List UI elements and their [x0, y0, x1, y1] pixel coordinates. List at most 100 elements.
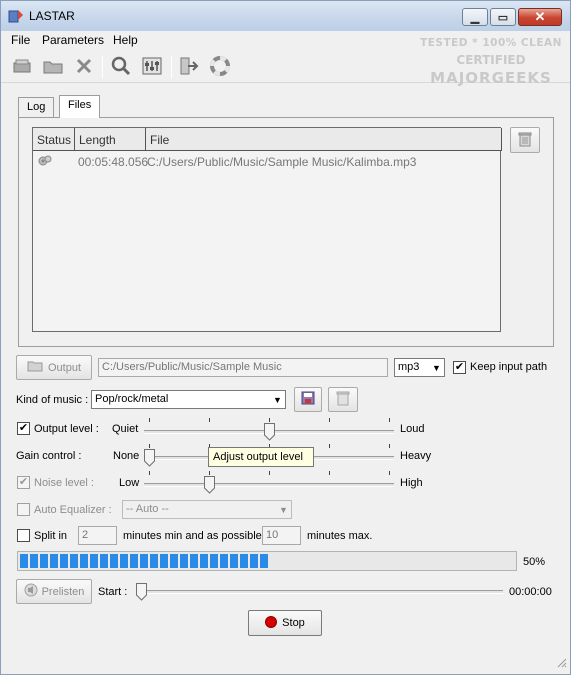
status-gear-icon	[37, 154, 53, 171]
file-list[interactable]: Status Length File 00:05:48.056 C:/Users…	[32, 127, 502, 332]
progress-bar	[17, 551, 517, 571]
minimize-icon: ▁	[470, 11, 480, 24]
magnifier-icon	[111, 56, 131, 79]
row-file: C:/Users/Public/Music/Sample Music/Kalim…	[147, 155, 417, 169]
save-icon	[301, 391, 315, 408]
prelisten-button-label: Prelisten	[41, 585, 85, 598]
auto-equalizer-label: Auto Equalizer :	[34, 504, 112, 516]
tab-log[interactable]: Log	[18, 97, 55, 117]
help-button[interactable]	[208, 55, 232, 79]
output-level-min-label: Quiet	[112, 423, 139, 435]
tooltip: Adjust output level	[208, 447, 314, 467]
progress-percent: 50%	[523, 556, 546, 568]
output-button-label: Output	[47, 361, 82, 374]
column-header-status[interactable]: Status	[33, 128, 75, 151]
slider-tick	[389, 418, 390, 422]
slider-thumb[interactable]	[144, 449, 155, 467]
split-max-field[interactable]: 10	[262, 526, 301, 545]
noise-level-track	[144, 483, 394, 487]
chevron-down-icon: ▼	[279, 504, 288, 515]
watermark-line3: MAJORGEEKS	[430, 69, 552, 87]
watermark-line1: TESTED * 100% CLEAN	[420, 37, 562, 49]
output-level-max-label: Loud	[400, 423, 425, 435]
tab-files[interactable]: Files	[59, 95, 101, 118]
minimize-button[interactable]: ▁	[462, 8, 488, 26]
exit-button[interactable]	[177, 55, 201, 79]
prelisten-track	[136, 590, 503, 594]
gain-control-min-label: None	[113, 450, 140, 462]
resize-grip-icon[interactable]	[555, 656, 567, 671]
split-max-label: minutes max.	[307, 530, 373, 542]
slider-thumb[interactable]	[263, 423, 275, 441]
slider-tick	[209, 418, 210, 422]
auto-equalizer-value: -- Auto --	[126, 503, 169, 515]
toolbar-separator	[171, 56, 172, 78]
output-path-field[interactable]: C:/Users/Public/Music/Sample Music	[98, 358, 388, 377]
output-button[interactable]: Output	[16, 355, 92, 380]
stop-button-label: Stop	[282, 617, 305, 629]
toolbar-separator	[102, 56, 103, 78]
stop-button[interactable]: Stop	[248, 610, 322, 636]
slider-tick	[149, 444, 150, 448]
watermark-line2: CERTIFIED	[456, 53, 526, 67]
drive-icon	[12, 58, 32, 77]
split-label: Split in	[34, 530, 68, 542]
settings-button[interactable]	[140, 55, 164, 79]
analyze-button[interactable]	[109, 55, 133, 79]
kind-of-music-select[interactable]: Pop/rock/metal ▼	[91, 390, 286, 409]
close-icon: ✕	[534, 9, 546, 24]
gain-control-max-label: Heavy	[400, 450, 432, 462]
lifebuoy-icon	[210, 55, 230, 79]
split-min-field[interactable]: 2	[78, 526, 117, 545]
auto-equalizer-checkbox[interactable]	[17, 503, 30, 516]
maximize-button[interactable]: ▭	[490, 8, 516, 26]
delete-preset-button[interactable]	[328, 387, 358, 412]
format-select[interactable]: mp3 ▼	[394, 358, 445, 377]
menu-help[interactable]: Help	[113, 33, 138, 47]
slider-tick	[329, 418, 330, 422]
slider-tick	[269, 471, 270, 475]
window-title: LASTAR	[29, 9, 75, 23]
kind-of-music-label: Kind of music :	[16, 394, 89, 406]
slider-tick	[389, 444, 390, 448]
noise-level-min-label: Low	[119, 477, 140, 489]
close-button[interactable]: ✕	[518, 8, 562, 26]
chevron-down-icon: ▼	[432, 362, 441, 373]
trash-icon	[518, 131, 532, 150]
app-icon	[8, 8, 24, 24]
maximize-icon: ▭	[497, 11, 509, 24]
prelisten-button[interactable]: Prelisten	[16, 579, 92, 604]
keep-input-path-checkbox[interactable]: ✔	[453, 361, 466, 374]
output-level-checkbox[interactable]: ✔	[17, 422, 30, 435]
chevron-down-icon: ▼	[273, 394, 282, 405]
auto-equalizer-select[interactable]: -- Auto -- ▼	[122, 500, 292, 519]
kind-of-music-value: Pop/rock/metal	[95, 393, 169, 405]
slider-tick	[149, 471, 150, 475]
start-label: Start :	[98, 586, 128, 598]
app-window: LASTAR ▁ ▭ ✕ File Parameters Help TESTED…	[0, 0, 571, 675]
noise-level-label: Noise level :	[34, 477, 94, 489]
split-checkbox[interactable]	[17, 529, 30, 542]
stop-icon	[265, 615, 278, 631]
open-folder-button[interactable]	[41, 55, 65, 79]
majorgeeks-watermark: TESTED * 100% CLEAN CERTIFIED MAJORGEEKS	[416, 37, 566, 109]
noise-level-checkbox[interactable]: ✔	[17, 476, 30, 489]
column-header-length[interactable]: Length	[75, 128, 146, 151]
save-preset-button[interactable]	[294, 387, 322, 412]
column-header-file[interactable]: File	[146, 128, 502, 151]
noise-level-max-label: High	[400, 477, 423, 489]
title-bar[interactable]: LASTAR ▁ ▭ ✕	[1, 1, 570, 31]
prelisten-time: 00:00:00	[509, 586, 552, 598]
slider-thumb[interactable]	[136, 583, 147, 601]
menu-file[interactable]: File	[11, 33, 30, 47]
open-file-button[interactable]	[10, 55, 34, 79]
clear-list-button[interactable]	[510, 127, 540, 153]
table-row[interactable]: 00:05:48.056 C:/Users/Public/Music/Sampl…	[33, 152, 501, 170]
menu-parameters[interactable]: Parameters	[42, 33, 104, 47]
progress-fill	[20, 554, 268, 568]
remove-button[interactable]	[72, 55, 96, 79]
folder-icon	[27, 360, 43, 375]
gain-control-label: Gain control :	[16, 450, 82, 462]
slider-thumb[interactable]	[203, 476, 215, 494]
slider-tick	[149, 418, 150, 422]
